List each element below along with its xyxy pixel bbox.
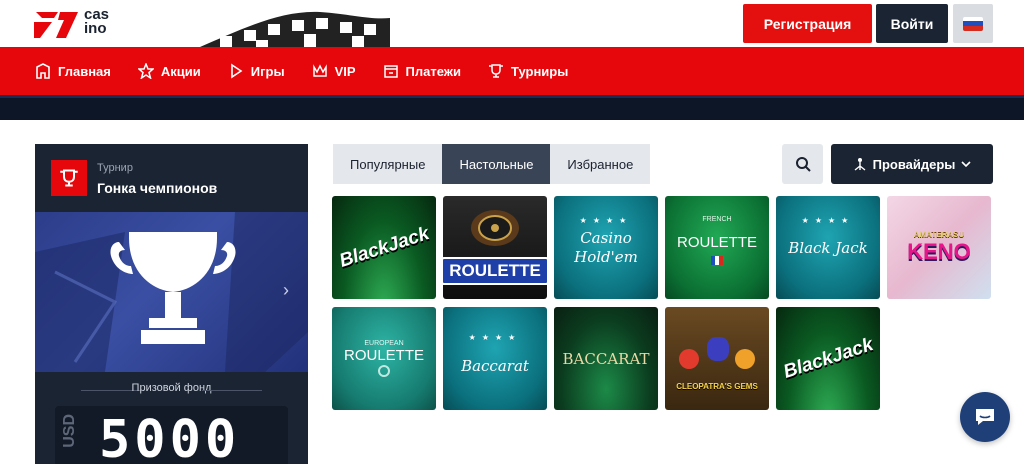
logo-mark-icon [34,12,78,38]
game-tile[interactable]: BlackJack [776,307,880,410]
stars-decoration: ★★★★ [468,333,522,342]
prize-amount: 5000 [99,410,241,464]
tab-popular[interactable]: Популярные [333,144,443,184]
game-category-tabs: Популярные Настольные Избранное [333,144,651,184]
nav-item-promotions[interactable]: Акции [137,63,201,79]
game-tile[interactable]: ★★★★ Casino Hold'em [554,196,658,299]
france-flag-icon [711,256,723,265]
game-tile[interactable]: FRENCH ROULETTE [665,196,769,299]
ru-flag-icon [963,16,983,31]
search-icon [795,157,811,172]
crown-icon [312,63,328,79]
roulette-wheel-icon [471,210,519,246]
main-nav: Главная Акции Игры VIP Платежи Турниры [0,47,1024,95]
game-subtitle: AMATERASU [913,230,965,239]
site-logo[interactable]: cas ino [34,6,124,40]
play-icon [228,63,244,79]
nav-item-home[interactable]: Главная [35,63,111,79]
site-header: cas ino Регистрация Войти [0,0,1024,47]
tab-table-games[interactable]: Настольные [442,144,551,184]
tournament-card[interactable]: Турнир Гонка чемпионов › Призовой фонд U… [35,144,308,464]
nav-item-label: Платежи [405,63,461,79]
logo-word: cas ino [84,6,110,37]
stars-decoration: ★★★★ [801,216,855,225]
providers-button[interactable]: Провайдеры [831,144,993,184]
game-tile[interactable]: ★★★★ Baccarat [443,307,547,410]
wallet-icon [383,63,399,79]
game-tile[interactable]: ★★★★ Black Jack [776,196,880,299]
nav-item-label: VIP [334,63,356,79]
divider [202,390,262,391]
game-tile[interactable]: BlackJack [332,196,436,299]
language-selector[interactable] [953,4,993,43]
register-button[interactable]: Регистрация [743,4,872,43]
game-tile[interactable]: CLEOPATRA'S GEMS [665,307,769,410]
game-tile[interactable]: BACCARAT [554,307,658,410]
game-tile[interactable]: AMATERASU KENO [887,196,991,299]
login-button[interactable]: Войти [876,4,948,43]
gems-decoration [679,337,755,373]
roulette-icon [378,365,390,377]
hero-banner-edge [0,95,1024,120]
tournament-label: Турнир [97,162,133,174]
game-title: Casino Hold'em [574,228,638,266]
stars-decoration: ★★★★ [579,216,633,225]
game-title: ROULETTE [343,346,424,364]
game-tile[interactable]: ROULETTE [443,196,547,299]
game-title: ROULETTE [676,234,757,251]
nav-item-payments[interactable]: Платежи [383,63,461,79]
providers-label: Провайдеры [872,156,956,172]
game-title: BlackJack [336,222,432,272]
providers-icon [854,158,866,171]
trophy-icon [51,160,87,196]
game-title: Baccarat [461,356,529,375]
prize-fund-label: Призовой фонд [131,382,212,394]
search-button[interactable] [782,144,823,184]
trophy-icon [488,63,504,79]
game-tile[interactable]: EUROPEAN ROULETTE [332,307,436,410]
star-icon [137,63,154,79]
chevron-right-icon[interactable]: › [283,280,289,301]
tournament-name: Гонка чемпионов [97,180,218,196]
prize-currency: USD [61,414,78,448]
tournament-artwork: › [35,212,308,372]
nav-item-tournaments[interactable]: Турниры [488,63,568,79]
game-title: CLEOPATRA'S GEMS [676,382,758,391]
chevron-down-icon [961,161,971,168]
game-title: BlackJack [780,333,876,383]
live-chat-button[interactable] [960,392,1010,442]
nav-item-games[interactable]: Игры [228,63,285,79]
nav-item-label: Турниры [511,63,569,79]
game-subtitle: EUROPEAN [364,339,404,347]
checkered-flag-decoration [180,0,390,47]
chat-icon [976,409,994,425]
nav-item-label: Акции [160,63,201,79]
tab-favorites[interactable]: Избранное [550,144,651,184]
nav-item-vip[interactable]: VIP [312,63,356,79]
game-title: KENO [907,239,971,264]
home-icon [35,63,51,79]
game-title: BACCARAT [562,349,650,368]
game-title: Black Jack [788,238,868,257]
game-title: ROULETTE [443,256,547,285]
nav-item-label: Игры [250,63,285,79]
prize-amount-box: USD 5000 [55,406,288,464]
game-subtitle: FRENCH [702,216,732,223]
tournament-header: Турнир Гонка чемпионов [35,144,308,212]
nav-item-label: Главная [58,63,111,79]
